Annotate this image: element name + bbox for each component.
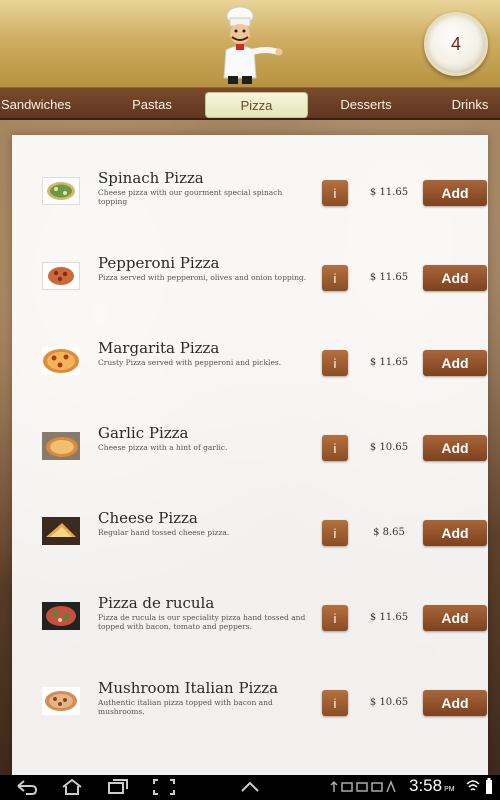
item-description: Cheese pizza with a hint of garlic. xyxy=(98,443,228,452)
tab-pastas[interactable]: Pastas xyxy=(110,92,194,118)
cart-count-badge[interactable]: 4 xyxy=(424,12,488,76)
category-tabs: Sandwiches Pastas Pizza Desserts Drinks xyxy=(0,88,500,120)
info-button[interactable]: i xyxy=(322,435,348,461)
add-button[interactable]: Add xyxy=(423,350,487,376)
system-navigation-bar: 3:58 PM xyxy=(0,775,500,800)
item-price: $ 11.65 xyxy=(369,357,409,368)
pizza-thumbnail-icon xyxy=(42,517,80,545)
info-button[interactable]: i xyxy=(322,350,348,376)
add-button[interactable]: Add xyxy=(423,605,487,631)
pizza-thumbnail-icon xyxy=(42,432,80,460)
pizza-thumbnail-icon xyxy=(42,602,80,630)
tab-desserts[interactable]: Desserts xyxy=(326,92,406,118)
add-button[interactable]: Add xyxy=(423,690,487,716)
tab-pizza[interactable]: Pizza xyxy=(205,92,308,118)
list-item: Cheese Pizza Regular hand tossed cheese … xyxy=(12,495,488,580)
notification-icons xyxy=(330,779,396,793)
item-name: Margarita Pizza xyxy=(98,339,220,357)
info-button[interactable]: i xyxy=(322,180,348,206)
item-name: Cheese Pizza xyxy=(98,509,198,527)
list-item: Garlic Pizza Cheese pizza with a hint of… xyxy=(12,410,488,495)
item-name: Mushroom Italian Pizza xyxy=(98,679,279,697)
status-clock: 3:58 PM xyxy=(409,776,455,795)
item-name: Garlic Pizza xyxy=(98,424,189,442)
item-description: Regular hand tossed cheese pizza. xyxy=(98,528,230,537)
item-name: Spinach Pizza xyxy=(98,169,204,187)
list-item: Spinach Pizza Cheese pizza with our gour… xyxy=(12,155,488,240)
list-item: Margarita Pizza Crusty Pizza served with… xyxy=(12,325,488,410)
info-button[interactable]: i xyxy=(322,605,348,631)
item-price: $ 11.65 xyxy=(369,272,409,283)
screenshot-icon[interactable] xyxy=(152,778,176,796)
add-button[interactable]: Add xyxy=(423,435,487,461)
pizza-thumbnail-icon xyxy=(42,177,80,205)
info-button[interactable]: i xyxy=(322,520,348,546)
pizza-thumbnail-icon xyxy=(42,262,80,290)
wifi-icon xyxy=(466,780,480,791)
recent-apps-icon[interactable] xyxy=(106,778,130,796)
list-item: Pepperoni Pizza Pizza served with pepper… xyxy=(12,240,488,325)
battery-icon xyxy=(486,778,492,794)
item-price: $ 10.65 xyxy=(369,442,409,453)
item-price: $ 10.65 xyxy=(369,697,409,708)
info-button[interactable]: i xyxy=(322,690,348,716)
item-price: $ 11.65 xyxy=(369,187,409,198)
info-button[interactable]: i xyxy=(322,265,348,291)
add-button[interactable]: Add xyxy=(423,265,487,291)
item-description: Pizza served with pepperoni, olives and … xyxy=(98,273,307,282)
item-price: $ 8.65 xyxy=(373,527,405,538)
list-item: Mushroom Italian Pizza Authentic italian… xyxy=(12,665,488,750)
tab-sandwiches[interactable]: Sandwiches xyxy=(0,92,86,118)
chef-mascot-icon xyxy=(223,6,283,84)
item-name: Pepperoni Pizza xyxy=(98,254,220,272)
app-header: 4 xyxy=(0,0,500,88)
item-price: $ 11.65 xyxy=(369,612,409,623)
pizza-thumbnail-icon xyxy=(42,347,80,375)
item-name: Pizza de rucula xyxy=(98,594,215,612)
item-description: Pizza de rucula is our speciality pizza … xyxy=(98,613,306,631)
add-button[interactable]: Add xyxy=(423,520,487,546)
chevron-up-icon[interactable] xyxy=(238,778,262,796)
home-icon[interactable] xyxy=(60,778,84,796)
list-item: Pizza de rucula Pizza de rucula is our s… xyxy=(12,580,488,665)
pizza-thumbnail-icon xyxy=(42,687,80,715)
add-button[interactable]: Add xyxy=(423,180,487,206)
item-description: Cheese pizza with our gourment special s… xyxy=(98,188,283,206)
back-icon[interactable] xyxy=(14,778,38,796)
item-description: Crusty Pizza served with pepperoni and p… xyxy=(98,358,282,367)
tab-drinks[interactable]: Drinks xyxy=(440,92,500,118)
item-description: Authentic italian pizza topped with baco… xyxy=(98,698,273,716)
menu-list: Spinach Pizza Cheese pizza with our gour… xyxy=(12,135,488,775)
